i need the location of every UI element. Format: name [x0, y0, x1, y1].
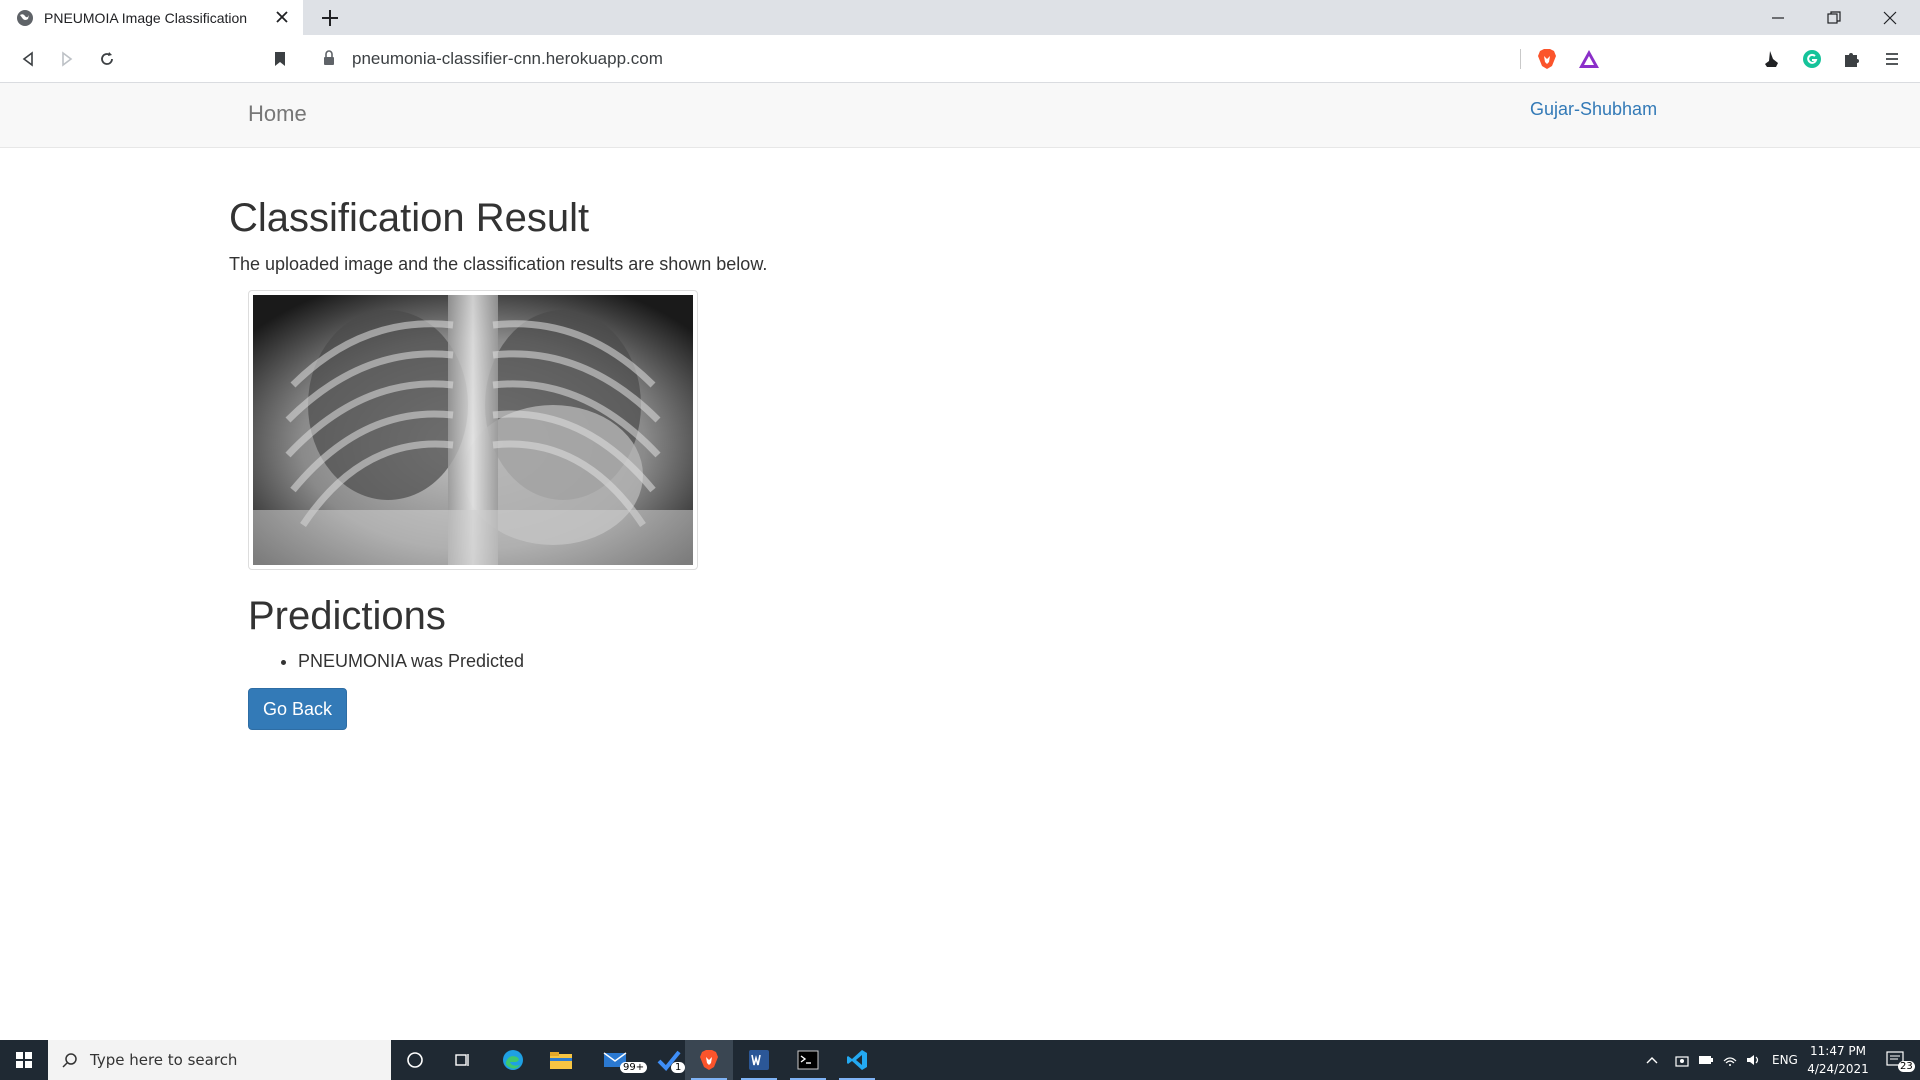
battery-icon: [1699, 1056, 1713, 1064]
taskbar-search-box[interactable]: Type here to search: [48, 1040, 391, 1080]
url-text: pneumonia-classifier-cnn.herokuapp.com: [352, 49, 663, 68]
wifi-button[interactable]: [1718, 1040, 1742, 1080]
browser-toolbar: pneumonia-classifier-cnn.herokuapp.com: [0, 35, 1920, 83]
mail-app[interactable]: 99+: [592, 1040, 648, 1080]
extension-button[interactable]: [1760, 47, 1784, 71]
back-arrow-icon: [22, 51, 33, 67]
windows-taskbar: Type here to search 99+ 1 ENG 11:47 PM 4…: [0, 1040, 1920, 1080]
notification-badge: 23: [1898, 1061, 1915, 1072]
predictions-heading: Predictions: [248, 594, 446, 638]
hand-extension-icon: [1765, 51, 1778, 67]
clock-time[interactable]: 11:47 PM: [1810, 1044, 1866, 1058]
volume-button[interactable]: [1742, 1040, 1766, 1080]
browser-tab[interactable]: PNEUMOIA Image Classification: [0, 0, 303, 35]
search-icon: [62, 1053, 77, 1068]
bookmark-icon: [275, 52, 285, 66]
close-window-button[interactable]: [1862, 0, 1918, 35]
brave-rewards-button[interactable]: [1577, 47, 1601, 71]
predictions-list: PNEUMONIA was Predicted: [298, 651, 524, 672]
camera-icon: [1675, 1056, 1689, 1067]
action-center-button[interactable]: 23: [1872, 1040, 1920, 1080]
new-tab-icon[interactable]: [318, 6, 342, 30]
address-bar[interactable]: pneumonia-classifier-cnn.herokuapp.com: [310, 41, 1612, 77]
reload-icon: [101, 52, 113, 65]
brave-lion-icon: [1538, 49, 1556, 69]
file-explorer-app[interactable]: [537, 1040, 585, 1080]
restore-icon: [1827, 10, 1841, 24]
bookmark-button[interactable]: [268, 47, 292, 71]
battery-button[interactable]: [1694, 1040, 1718, 1080]
puzzle-icon: [1845, 53, 1859, 67]
close-icon: [1883, 11, 1897, 24]
cortana-circle-icon: [407, 1052, 423, 1068]
terminal-app[interactable]: [784, 1040, 832, 1080]
edge-app[interactable]: [489, 1040, 537, 1080]
clock-date[interactable]: 4/24/2021: [1805, 1062, 1871, 1076]
forward-button[interactable]: [55, 47, 79, 71]
chevron-up-icon: [1646, 1057, 1658, 1064]
nav-home-link[interactable]: Home: [248, 101, 307, 127]
prediction-item: PNEUMONIA was Predicted: [298, 651, 524, 672]
edge-icon: [503, 1050, 523, 1070]
minimize-button[interactable]: [1750, 0, 1806, 35]
page-description: The uploaded image and the classificatio…: [229, 254, 768, 274]
reload-button[interactable]: [95, 47, 119, 71]
restore-button[interactable]: [1806, 0, 1862, 35]
language-indicator[interactable]: ENG: [1772, 1053, 1798, 1067]
word-icon: [749, 1050, 769, 1070]
wifi-icon: [1723, 1057, 1737, 1066]
extensions-button[interactable]: [1840, 47, 1864, 71]
go-back-button[interactable]: Go Back: [248, 688, 347, 730]
minimize-icon: [1772, 16, 1784, 19]
speaker-icon: [1747, 1055, 1759, 1065]
grammarly-icon: [1803, 50, 1821, 68]
chest-xray-image: [253, 295, 693, 565]
search-placeholder: Type here to search: [90, 1051, 238, 1069]
vscode-icon: [847, 1050, 867, 1070]
windows-logo-icon: [16, 1052, 32, 1068]
site-navbar: Home Gujar-Shubham: [0, 83, 1920, 148]
vscode-app[interactable]: [833, 1040, 881, 1080]
start-button[interactable]: [0, 1040, 48, 1080]
back-button[interactable]: [16, 47, 40, 71]
page-title: Classification Result: [229, 196, 590, 240]
nav-user-link[interactable]: Gujar-Shubham: [1530, 99, 1657, 120]
meet-now-button[interactable]: [1670, 1040, 1694, 1080]
brave-lion-icon: [700, 1050, 718, 1070]
task-view-icon: [455, 1054, 469, 1066]
tab-title: PNEUMOIA Image Classification: [44, 9, 248, 26]
uploaded-image-thumbnail: [248, 290, 698, 570]
rewards-triangle-icon: [1579, 50, 1599, 68]
terminal-icon: [797, 1050, 819, 1070]
hamburger-menu-icon: [1886, 53, 1898, 65]
browser-tab-strip: PNEUMOIA Image Classification: [0, 0, 1920, 35]
cortana-button[interactable]: [391, 1040, 439, 1080]
forward-arrow-icon: [62, 51, 73, 67]
folder-icon: [550, 1052, 572, 1069]
show-hidden-icons-button[interactable]: [1640, 1040, 1664, 1080]
word-app[interactable]: [735, 1040, 783, 1080]
lock-icon: [324, 50, 334, 65]
close-tab-icon[interactable]: [273, 8, 291, 26]
todo-badge: 1: [671, 1062, 686, 1073]
globe-icon: [17, 9, 33, 26]
brave-shields-button[interactable]: [1535, 47, 1559, 71]
menu-button[interactable]: [1880, 47, 1904, 71]
omnibox-divider: [1520, 49, 1521, 69]
task-view-button[interactable]: [439, 1040, 487, 1080]
mail-badge: 99+: [620, 1062, 648, 1073]
grammarly-button[interactable]: [1800, 47, 1824, 71]
brave-app[interactable]: [685, 1040, 733, 1080]
